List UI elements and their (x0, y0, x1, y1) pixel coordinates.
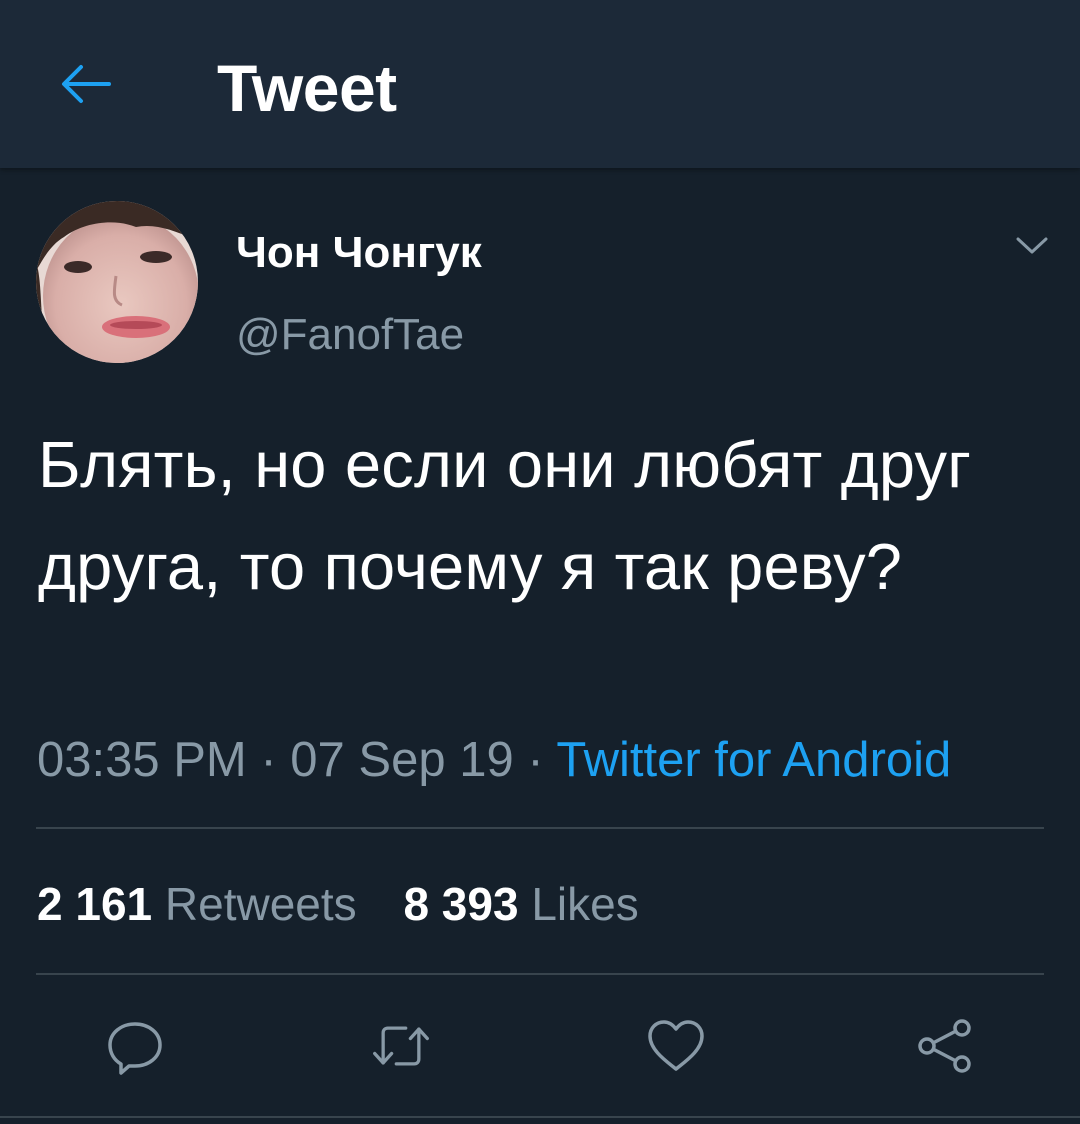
tweet-time: 03:35 PM (37, 733, 247, 787)
meta-separator: · (513, 733, 557, 787)
divider (36, 973, 1044, 975)
tweet-menu-button[interactable] (1012, 228, 1052, 264)
retweet-icon (373, 1026, 429, 1066)
share-button[interactable] (914, 1015, 976, 1077)
author-display-name[interactable]: Чон Чонгук (236, 225, 482, 281)
avatar-image (36, 201, 198, 363)
reply-button[interactable] (104, 1015, 166, 1077)
reply-icon (108, 1022, 162, 1075)
retweets-count: 2 161 (37, 878, 153, 930)
retweet-button[interactable] (370, 1015, 432, 1077)
top-app-bar: Tweet (0, 0, 1080, 168)
share-icon (918, 1019, 971, 1073)
retweets-stat[interactable]: 2 161 Retweets (37, 876, 357, 932)
tweet-meta: 03:35 PM · 07 Sep 19 · Twitter for Andro… (37, 730, 951, 790)
likes-count: 8 393 (403, 878, 519, 930)
tweet-text: Блять, но если они любят друг друга, то … (38, 428, 972, 603)
chevron-down-icon (1016, 237, 1048, 254)
tweet-source-link[interactable]: Twitter for Android (556, 733, 951, 787)
back-arrow-icon (62, 65, 111, 103)
retweets-label: Retweets (164, 878, 357, 930)
like-button[interactable] (645, 1015, 707, 1077)
likes-stat[interactable]: 8 393 Likes (403, 876, 638, 932)
tweet-stats: 2 161 Retweets 8 393 Likes (37, 876, 639, 932)
page-title: Tweet (217, 51, 397, 125)
divider (36, 827, 1044, 829)
meta-separator: · (246, 733, 291, 787)
back-button[interactable] (50, 54, 120, 114)
avatar[interactable] (36, 201, 198, 363)
tweet-date: 07 Sep 19 (290, 733, 514, 787)
like-icon (648, 1020, 704, 1071)
bottom-divider (0, 1116, 1080, 1118)
tweet-detail-screen: Tweet Чон Чонгук @FanofTae Блять, но есл… (0, 0, 1080, 1124)
author-handle[interactable]: @FanofTae (236, 307, 464, 363)
likes-label: Likes (531, 878, 639, 930)
